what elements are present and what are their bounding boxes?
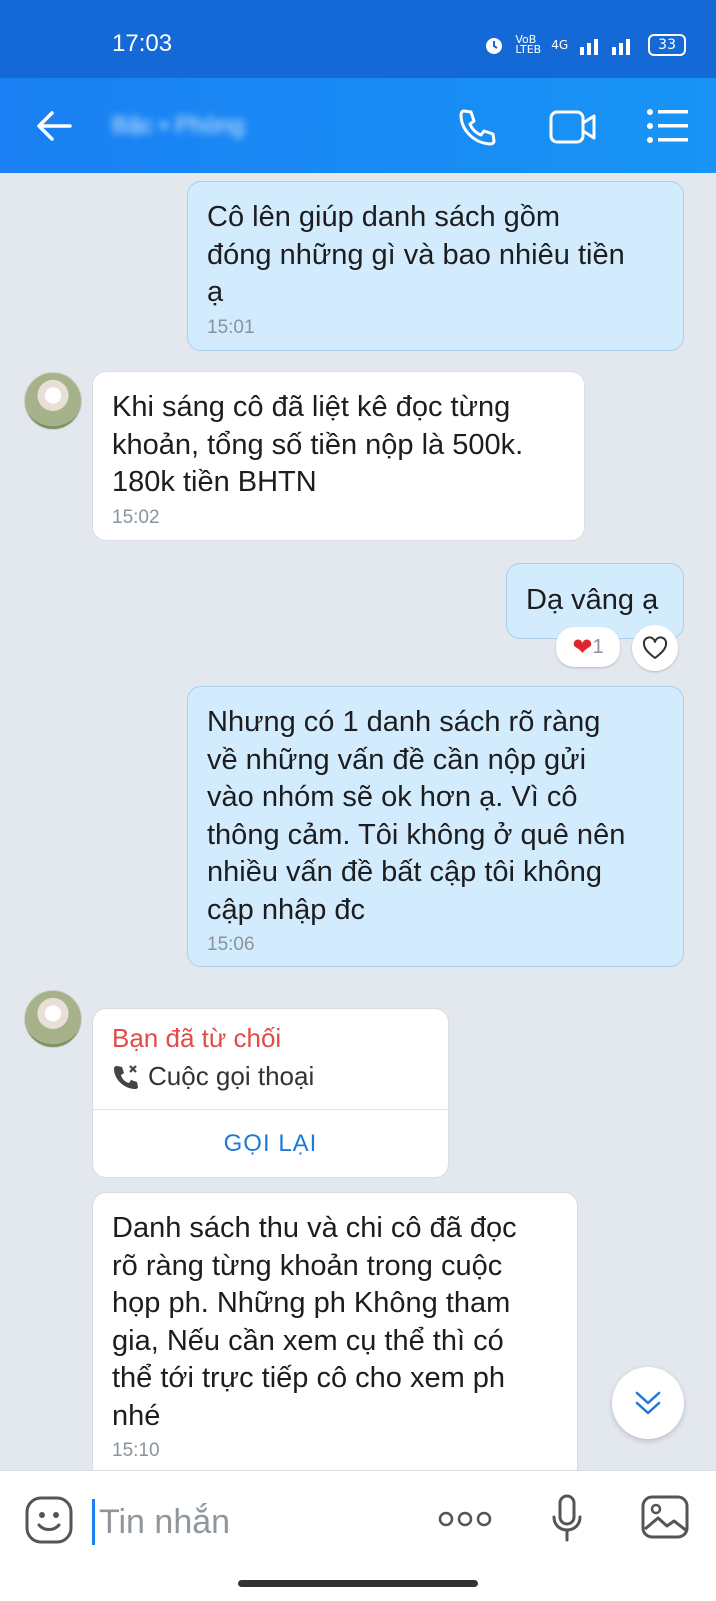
message-time: 15:06 (207, 934, 255, 955)
message-bubble-outgoing[interactable]: Cô lên giúp danh sách gồm đóng những gì … (187, 181, 684, 351)
status-time: 17:03 (112, 30, 173, 57)
back-arrow-icon[interactable] (34, 108, 74, 144)
message-bubble-incoming[interactable]: Khi sáng cô đã liệt kê đọc từng khoản, t… (92, 371, 585, 541)
avatar[interactable] (24, 372, 82, 430)
chat-area[interactable]: Cô lên giúp danh sách gồm đóng những gì … (0, 173, 716, 1470)
message-time: 15:10 (112, 1440, 160, 1461)
network-label: 4G (551, 38, 569, 52)
chat-header: Bậc • Phòng (0, 78, 716, 173)
scroll-to-bottom-button[interactable] (612, 1367, 684, 1439)
message-text: Danh sách thu và chi cô đã đọc rõ ràng t… (112, 1212, 517, 1432)
more-options-icon[interactable] (438, 1509, 492, 1529)
avatar[interactable] (24, 990, 82, 1048)
message-text: Nhưng có 1 danh sách rõ ràng về những vấ… (207, 706, 626, 926)
message-text: Khi sáng cô đã liệt kê đọc từng khoản, t… (112, 391, 524, 498)
declined-call-icon (114, 1064, 138, 1089)
battery-indicator: 33 (648, 34, 686, 56)
call-type-label: Cuộc gọi thoại (148, 1061, 315, 1091)
call-type: Cuộc gọi thoại (112, 1061, 314, 1092)
volte-icon: VoB LTEB (515, 33, 542, 56)
heart-reaction-icon: ❤ (572, 633, 593, 661)
video-call-icon[interactable] (548, 106, 598, 148)
chevron-double-down-icon (635, 1391, 661, 1415)
reaction-count: 1 (592, 635, 604, 658)
message-text: Dạ vâng ạ (526, 584, 659, 616)
call-back-button[interactable]: GỌI LẠI (93, 1109, 448, 1179)
signal-icon (580, 39, 631, 55)
message-time: 15:01 (207, 316, 255, 338)
contact-name[interactable]: Bậc • Phòng (112, 112, 304, 140)
status-icons: VoB LTEB 4G 33 (483, 34, 686, 56)
emoji-sticker-icon[interactable] (24, 1495, 74, 1545)
message-text: Cô lên giúp danh sách gồm đóng những gì … (207, 201, 625, 308)
home-indicator[interactable] (238, 1580, 478, 1587)
phone-call-icon[interactable] (456, 106, 498, 148)
message-bubble-incoming[interactable]: Danh sách thu và chi cô đã đọc rõ ràng t… (92, 1192, 578, 1470)
image-gallery-icon[interactable] (640, 1493, 690, 1541)
microphone-icon[interactable] (550, 1493, 584, 1543)
status-bar: 17:03 VoB LTEB 4G 33 (0, 0, 716, 78)
react-button[interactable] (632, 625, 678, 671)
menu-list-icon[interactable] (646, 106, 690, 146)
heart-outline-icon (642, 636, 668, 659)
alarm-icon (486, 38, 503, 54)
missed-call-card: Bạn đã từ chối Cuộc gọi thoại GỌI LẠI (92, 1008, 449, 1178)
message-time: 15:02 (112, 506, 160, 528)
message-bubble-outgoing[interactable]: Nhưng có 1 danh sách rõ ràng về những vấ… (187, 686, 684, 967)
reaction-heart-count[interactable]: ❤ 1 (556, 627, 620, 667)
call-status: Bạn đã từ chối (112, 1023, 282, 1053)
message-input[interactable]: Tin nhắn (92, 1499, 419, 1545)
